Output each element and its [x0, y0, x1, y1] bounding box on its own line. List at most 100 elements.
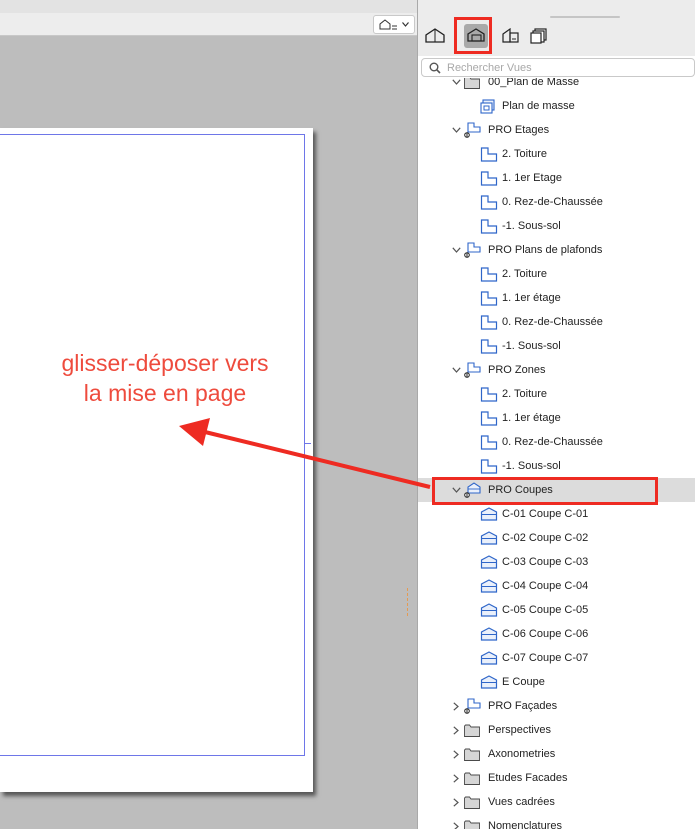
tree-view-row[interactable]: C-06 Coupe C-06 [418, 622, 695, 646]
tree-item-label: Nomenclatures [488, 820, 562, 829]
chevron-down-icon [402, 22, 409, 27]
tree-folder-row[interactable]: Vues cadrées [418, 790, 695, 814]
tree-item-label: 2. Toiture [502, 268, 548, 280]
project-map-icon [425, 28, 445, 43]
tree-item-label: 00_Plan de Masse [488, 78, 580, 88]
pro-coupes-highlight-box [432, 477, 658, 505]
section-icon [480, 506, 498, 522]
folder-icon [464, 794, 482, 810]
tree-item-label: PRO Zones [488, 364, 546, 376]
navigator-panel: 00_Plan de Masse Plan de masse PRO Etages 2… [417, 0, 695, 829]
panel-drag-handle[interactable] [550, 16, 620, 18]
tree-disclosure-toggle[interactable] [451, 365, 461, 375]
publisher-button[interactable] [526, 22, 552, 50]
tree-view-row[interactable]: 2. Toiture [418, 262, 695, 286]
tree-item-label: PRO Façades [488, 700, 558, 712]
tree-view-row[interactable]: 1. 1er étage [418, 286, 695, 310]
tree-item-label: 1. 1er étage [502, 292, 561, 304]
project-map-button[interactable] [422, 22, 448, 50]
tree-view-row[interactable]: 0. Rez-de-Chaussée [418, 190, 695, 214]
tree-folder-row[interactable]: Nomenclatures [418, 814, 695, 829]
floor-plan-icon [480, 218, 498, 234]
section-icon [480, 674, 498, 690]
floor-plan-icon [480, 266, 498, 282]
tree-view-row[interactable]: 0. Rez-de-Chaussée [418, 310, 695, 334]
tree-folder-row[interactable]: PRO Plans de plafonds [418, 238, 695, 262]
tree-view-row[interactable]: C-02 Coupe C-02 [418, 526, 695, 550]
chevron-right-icon [453, 773, 459, 783]
drag-drop-annotation: glisser-déposer vers la mise en page [30, 348, 300, 408]
section-icon [480, 530, 498, 546]
folder-icon [464, 722, 482, 738]
tree-disclosure-toggle[interactable] [451, 725, 461, 735]
tree-item-label: C-01 Coupe C-01 [502, 508, 589, 520]
chevron-down-icon [451, 127, 461, 133]
plan-view-icon [480, 98, 498, 114]
view-tree: 00_Plan de Masse Plan de masse PRO Etages 2… [418, 78, 695, 829]
tree-view-row[interactable]: 1. 1er étage [418, 406, 695, 430]
tree-folder-row[interactable]: PRO Façades [418, 694, 695, 718]
tree-view-row[interactable]: C-04 Coupe C-04 [418, 574, 695, 598]
tree-disclosure-toggle[interactable] [451, 245, 461, 255]
tree-disclosure-toggle[interactable] [451, 78, 461, 87]
search-box[interactable] [421, 58, 695, 77]
tree-view-row[interactable]: -1. Sous-sol [418, 214, 695, 238]
tree-view-row[interactable]: 0. Rez-de-Chaussée [418, 430, 695, 454]
search-input[interactable] [447, 60, 687, 75]
floor-plan-icon [480, 434, 498, 450]
tree-item-label: -1. Sous-sol [502, 220, 561, 232]
view-set-icon [464, 122, 482, 138]
tree-view-row[interactable]: C-05 Coupe C-05 [418, 598, 695, 622]
floor-plan-icon [480, 386, 498, 402]
tree-item-label: C-02 Coupe C-02 [502, 532, 589, 544]
tree-view-row[interactable]: 1. 1er Etage [418, 166, 695, 190]
tree-disclosure-toggle[interactable] [451, 701, 461, 711]
tree-item-label: Axonometries [488, 748, 556, 760]
tree-item-label: Etudes Facades [488, 772, 568, 784]
tree-disclosure-toggle[interactable] [451, 821, 461, 829]
floor-plan-icon [480, 314, 498, 330]
section-icon [480, 650, 498, 666]
view-set-icon [464, 698, 482, 714]
tree-disclosure-toggle[interactable] [451, 797, 461, 807]
tree-view-row[interactable]: -1. Sous-sol [418, 454, 695, 478]
tree-view-row[interactable]: 2. Toiture [418, 382, 695, 406]
tree-disclosure-toggle[interactable] [451, 125, 461, 135]
tree-item-label: 0. Rez-de-Chaussée [502, 316, 603, 328]
tree-disclosure-toggle[interactable] [451, 773, 461, 783]
layout-book-button[interactable] [498, 22, 524, 50]
section-icon [480, 578, 498, 594]
search-icon [429, 62, 441, 74]
chevron-right-icon [453, 797, 459, 807]
tree-folder-row[interactable]: Perspectives [418, 718, 695, 742]
tree-folder-row[interactable]: Etudes Facades [418, 766, 695, 790]
chevron-down-icon [451, 367, 461, 373]
tree-folder-row[interactable]: PRO Zones [418, 358, 695, 382]
floor-plan-icon [480, 410, 498, 426]
tree-view-row[interactable]: E Coupe [418, 670, 695, 694]
floor-plan-icon [480, 194, 498, 210]
layout-page[interactable] [0, 128, 313, 792]
publisher-icon [530, 28, 547, 44]
tree-folder-row[interactable]: 00_Plan de Masse [418, 78, 695, 94]
tree-view-row[interactable]: -1. Sous-sol [418, 334, 695, 358]
tree-view-row[interactable]: Plan de masse [418, 94, 695, 118]
floor-plan-icon [480, 338, 498, 354]
tree-view-row[interactable]: C-01 Coupe C-01 [418, 502, 695, 526]
tree-item-label: PRO Plans de plafonds [488, 244, 603, 256]
window-top-strip [0, 0, 417, 14]
tree-view-row[interactable]: 2. Toiture [418, 142, 695, 166]
tree-item-label: C-03 Coupe C-03 [502, 556, 589, 568]
tree-item-label: Plan de masse [502, 100, 575, 112]
chevron-right-icon [453, 725, 459, 735]
section-icon [480, 554, 498, 570]
tree-folder-row[interactable]: Axonometries [418, 742, 695, 766]
tree-view-row[interactable]: C-03 Coupe C-03 [418, 550, 695, 574]
section-icon [480, 602, 498, 618]
tree-item-label: 1. 1er étage [502, 412, 561, 424]
tree-folder-row[interactable]: PRO Etages [418, 118, 695, 142]
chevron-right-icon [453, 749, 459, 759]
tree-view-row[interactable]: C-07 Coupe C-07 [418, 646, 695, 670]
tree-disclosure-toggle[interactable] [451, 749, 461, 759]
view-mode-dropdown[interactable] [373, 15, 415, 34]
